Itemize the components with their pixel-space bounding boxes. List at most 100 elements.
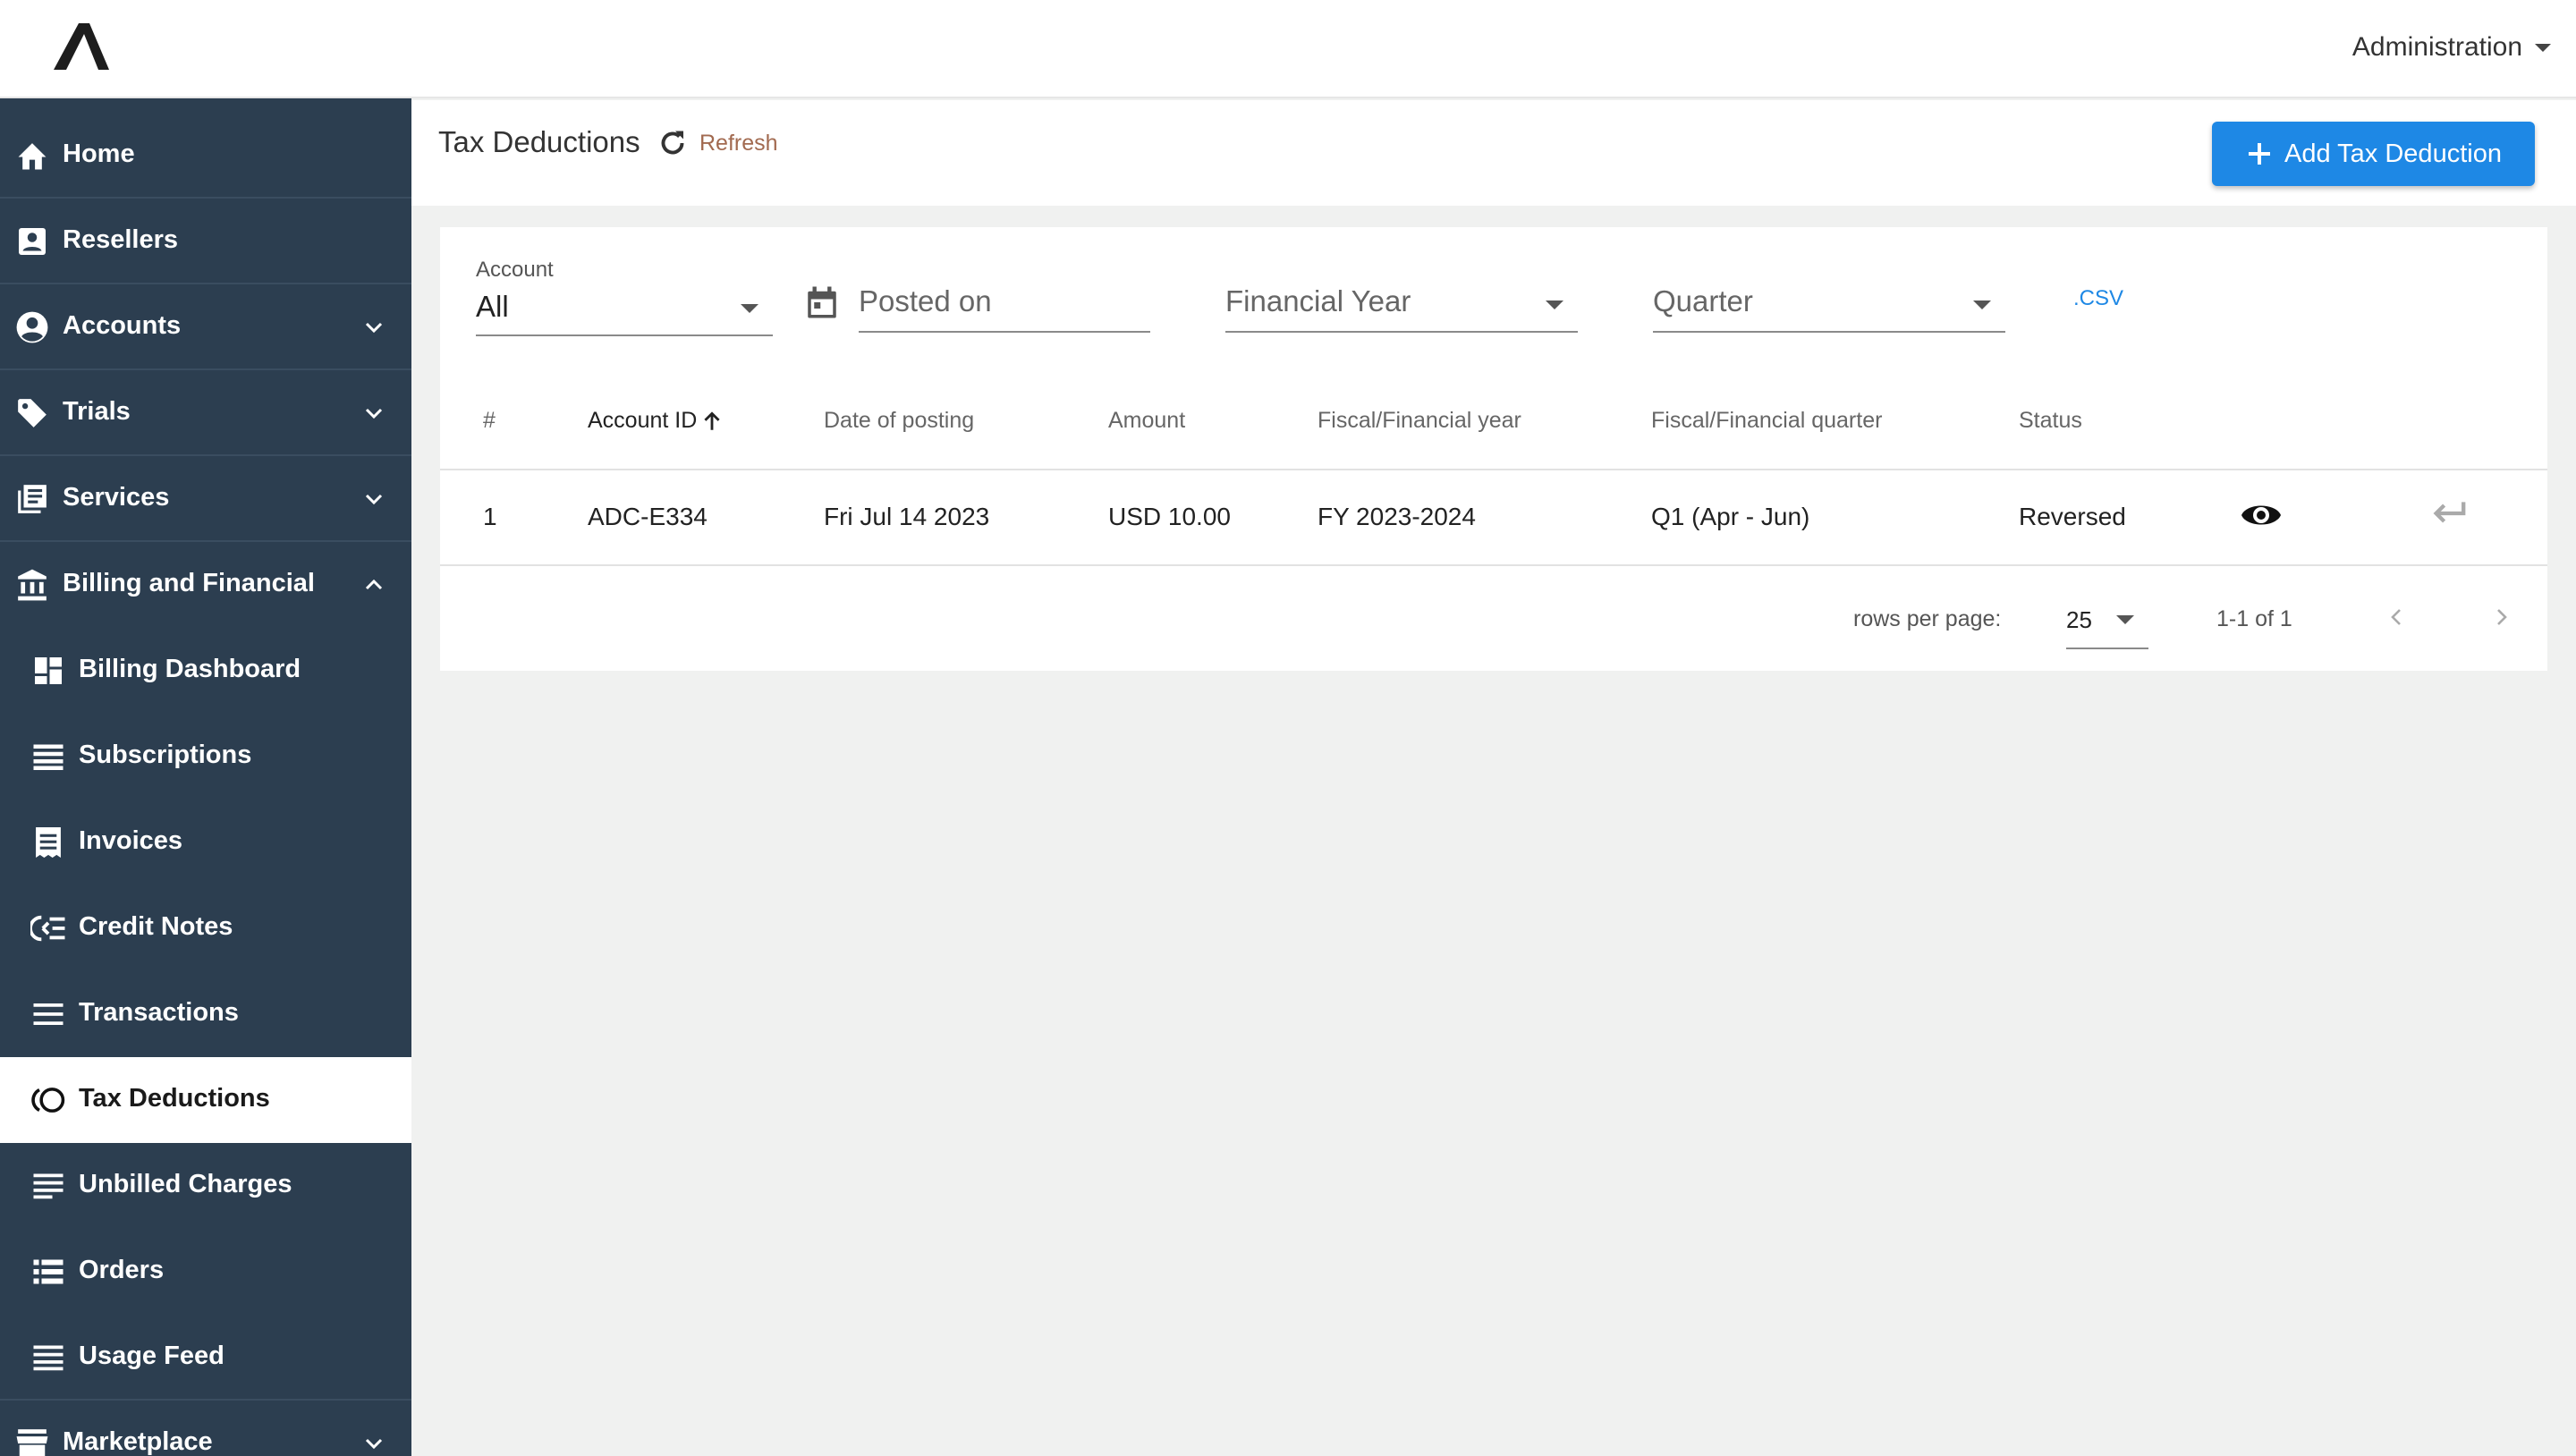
- caret-down-icon: [2116, 615, 2134, 624]
- sidebar-item-trials[interactable]: Trials: [0, 370, 411, 456]
- sidebar-item-resellers[interactable]: Resellers: [0, 199, 411, 284]
- add-tax-deduction-button[interactable]: Add Tax Deduction: [2212, 122, 2535, 186]
- view-eye-icon[interactable]: [2240, 497, 2283, 533]
- sidebar-item-label: Billing Dashboard: [79, 655, 301, 683]
- refresh-icon: [661, 131, 684, 155]
- account-filter-value: All: [476, 290, 509, 323]
- sidebar-item-label: Usage Feed: [79, 1342, 225, 1370]
- quarter-placeholder: Quarter: [1653, 284, 1753, 317]
- sidebar-item-label: Home: [63, 140, 135, 168]
- list-icon: [30, 996, 66, 1032]
- dashboard-icon: [30, 653, 66, 689]
- cell-account-id: ADC-E334: [588, 503, 708, 530]
- cell-index: 1: [483, 503, 497, 530]
- table-divider: [440, 469, 2547, 470]
- chevron-right-icon: [2497, 609, 2507, 625]
- column-header-fiscal-quarter[interactable]: Fiscal/Financial quarter: [1651, 408, 1882, 434]
- sidebar-item-label: Orders: [79, 1256, 165, 1284]
- sidebar-item-credit-notes[interactable]: Credit Notes: [0, 885, 411, 971]
- sidebar-item-label: Transactions: [79, 998, 239, 1027]
- sidebar-item-transactions[interactable]: Transactions: [0, 971, 411, 1057]
- logo-mark: [54, 23, 109, 70]
- sidebar-item-tax-deductions[interactable]: Tax Deductions: [0, 1057, 411, 1143]
- sidebar-item-marketplace[interactable]: Marketplace: [0, 1401, 411, 1456]
- column-header-amount[interactable]: Amount: [1108, 408, 1185, 434]
- caret-down-icon: [2535, 43, 2551, 52]
- chevron-down-icon[interactable]: [363, 402, 385, 424]
- sidebar-item-unbilled-charges[interactable]: Unbilled Charges: [0, 1143, 411, 1229]
- calendar-icon[interactable]: [803, 283, 841, 322]
- sidebar-item-billing-and-financial[interactable]: Billing and Financial: [0, 542, 411, 628]
- column-header-label: Account ID: [588, 408, 698, 433]
- sidebar-item-label: Trials: [63, 397, 131, 426]
- chevron-left-icon: [2391, 609, 2401, 625]
- chevron-down-icon[interactable]: [363, 1433, 385, 1454]
- cell-fiscal-year: FY 2023-2024: [1318, 503, 1476, 530]
- list-icon: [30, 1340, 66, 1376]
- cell-date-of-posting: Fri Jul 14 2023: [824, 503, 990, 530]
- top-bar: Administration: [0, 0, 2576, 98]
- sidebar-item-label: Invoices: [79, 826, 183, 855]
- column-header-date-of-posting[interactable]: Date of posting: [824, 408, 974, 434]
- plus-icon: [2249, 143, 2271, 165]
- sidebar-item-label: Resellers: [63, 225, 178, 254]
- account-circle-icon: [14, 309, 50, 345]
- sidebar-item-billing-dashboard[interactable]: Billing Dashboard: [0, 628, 411, 714]
- cell-status: Reversed: [2019, 503, 2126, 530]
- administration-label: Administration: [2351, 32, 2522, 62]
- sidebar-item-services[interactable]: Services: [0, 456, 411, 542]
- financial-year-select[interactable]: Financial Year: [1225, 268, 1578, 333]
- reverse-icon[interactable]: [2429, 497, 2469, 529]
- chevron-down-icon[interactable]: [363, 488, 385, 510]
- rows-per-page-select[interactable]: 25: [2066, 590, 2148, 649]
- column-header-status[interactable]: Status: [2019, 408, 2082, 434]
- home-icon: [14, 138, 50, 174]
- sidebar-item-invoices[interactable]: Invoices: [0, 800, 411, 885]
- administration-menu[interactable]: Administration: [2352, 32, 2551, 63]
- next-page-button[interactable]: [2483, 599, 2519, 635]
- posted-on-placeholder: Posted on: [859, 284, 992, 317]
- refresh-button[interactable]: Refresh: [657, 127, 778, 159]
- list-icon: [30, 739, 66, 775]
- receipt-icon: [30, 825, 66, 860]
- sidebar-item-accounts[interactable]: Accounts: [0, 284, 411, 370]
- column-header-fiscal-year[interactable]: Fiscal/Financial year: [1318, 408, 1521, 434]
- table-divider: [440, 564, 2547, 566]
- sidebar-item-home[interactable]: Home: [0, 113, 411, 199]
- add-tax-deduction-label: Add Tax Deduction: [2284, 139, 2502, 168]
- store-icon: [14, 1426, 50, 1456]
- list-bulleted-icon: [30, 1254, 66, 1290]
- sidebar-item-label: Subscriptions: [79, 741, 252, 769]
- caret-down-icon: [1546, 301, 1563, 309]
- sidebar-item-label: Services: [63, 483, 170, 512]
- sidebar-item-label: Credit Notes: [79, 912, 233, 941]
- sidebar-item-usage-feed[interactable]: Usage Feed: [0, 1315, 411, 1401]
- financial-year-placeholder: Financial Year: [1225, 284, 1411, 317]
- sidebar: Home Resellers Accounts Trials Services: [0, 98, 411, 1456]
- csv-export-link[interactable]: .CSV: [2073, 286, 2123, 311]
- posted-on-input[interactable]: Posted on: [859, 268, 1150, 333]
- column-header-account-id[interactable]: Account ID: [588, 408, 724, 434]
- refresh-label: Refresh: [699, 130, 778, 156]
- list-icon: [30, 1168, 66, 1204]
- sidebar-item-orders[interactable]: Orders: [0, 1229, 411, 1315]
- sidebar-item-label: Accounts: [63, 311, 182, 340]
- quarter-select[interactable]: Quarter: [1653, 268, 2005, 333]
- rows-per-page-label: rows per page:: [1853, 606, 2002, 631]
- sidebar-item-label: Marketplace: [63, 1427, 213, 1456]
- sidebar-item-subscriptions[interactable]: Subscriptions: [0, 714, 411, 800]
- caret-down-icon: [1973, 301, 1991, 309]
- tax-deduction-icon: [30, 1082, 66, 1118]
- chevron-down-icon[interactable]: [363, 317, 385, 338]
- apiculus-logo[interactable]: [54, 16, 322, 79]
- sidebar-item-label: Tax Deductions: [79, 1084, 270, 1113]
- rows-per-page-value: 25: [2066, 606, 2092, 633]
- tag-icon: [14, 395, 50, 431]
- previous-page-button[interactable]: [2379, 599, 2415, 635]
- account-filter-select[interactable]: All: [476, 272, 773, 336]
- chevron-up-icon[interactable]: [363, 574, 385, 596]
- cell-amount: USD 10.00: [1108, 503, 1231, 530]
- column-header-index: #: [483, 408, 496, 433]
- bank-icon: [14, 567, 50, 603]
- sidebar-item-label: Unbilled Charges: [79, 1170, 292, 1198]
